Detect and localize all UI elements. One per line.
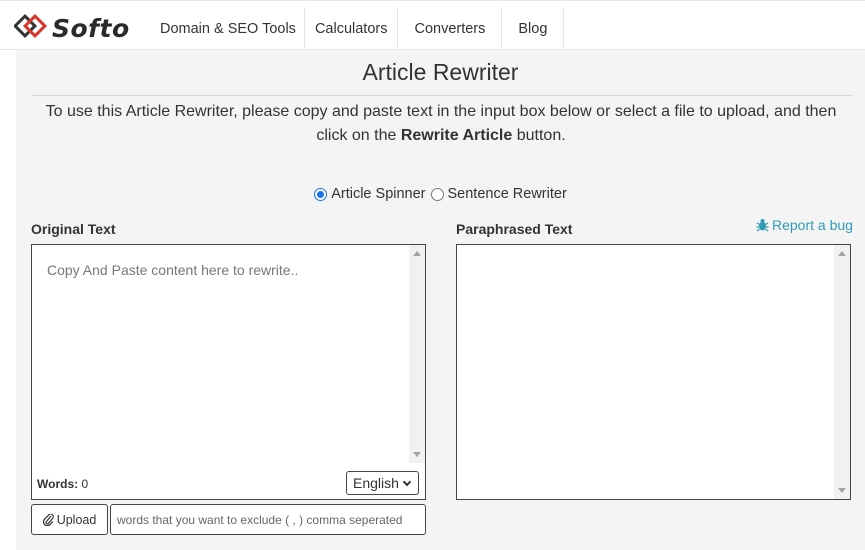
scroll-down-arrow-icon[interactable] [413, 452, 421, 457]
scroll-down-arrow-icon[interactable] [838, 488, 846, 493]
exclude-words-input[interactable]: words that you want to exclude ( , ) com… [110, 504, 426, 535]
report-bug-label: Report a bug [772, 217, 853, 233]
original-text-placeholder: Copy And Paste content here to rewrite.. [47, 262, 299, 278]
scroll-up-arrow-icon[interactable] [838, 251, 846, 256]
radio-article-spinner[interactable] [314, 187, 328, 201]
paraphrased-text-area[interactable] [456, 244, 851, 500]
nav-item-converters[interactable]: Converters [398, 7, 503, 51]
tool-panel: Article Rewriter To use this Article Rew… [16, 50, 865, 550]
page-title: Article Rewriter [362, 59, 519, 85]
bug-icon [756, 219, 769, 232]
intro-bold: Rewrite Article [400, 127, 513, 144]
word-count-label: Words: [37, 477, 79, 491]
original-text-scrollbar[interactable] [409, 245, 425, 463]
brand-name: Softo [52, 13, 130, 43]
intro-after: button. [512, 127, 566, 144]
exclude-words-placeholder: words that you want to exclude ( , ) com… [117, 512, 403, 527]
report-bug-link[interactable]: Report a bug [756, 217, 853, 233]
paperclip-icon [42, 513, 54, 526]
radio-sentence-rewriter[interactable] [430, 187, 444, 201]
language-select[interactable]: English [346, 471, 419, 495]
mode-selector: Article Spinner Sentence Rewriter [16, 186, 865, 202]
language-select-value: English [353, 475, 399, 491]
upload-button[interactable]: Upload [31, 504, 108, 535]
mode-article-spinner-label: Article Spinner [331, 186, 426, 202]
logo-mark-icon [14, 13, 48, 39]
upload-button-label: Upload [56, 512, 97, 527]
main-nav: Domain & SEO Tools Calculators Converter… [150, 7, 565, 51]
title-divider [31, 95, 853, 96]
word-count-value: 0 [81, 477, 89, 491]
nav-item-domain-seo-tools[interactable]: Domain & SEO Tools [150, 7, 305, 51]
softo-logo[interactable]: Softo [14, 13, 130, 43]
original-text-area[interactable]: Copy And Paste content here to rewrite..… [31, 244, 426, 500]
nav-item-blog[interactable]: Blog [502, 7, 565, 51]
paraphrased-text-scrollbar[interactable] [834, 245, 850, 499]
scroll-up-arrow-icon[interactable] [413, 251, 421, 256]
mode-sentence-rewriter[interactable]: Sentence Rewriter [428, 186, 567, 202]
original-text-label: Original Text [31, 221, 116, 237]
mode-sentence-rewriter-label: Sentence Rewriter [447, 186, 567, 202]
paraphrased-text-label: Paraphrased Text [456, 221, 573, 237]
intro-text: To use this Article Rewriter, please cop… [36, 100, 846, 148]
mode-article-spinner[interactable]: Article Spinner [314, 186, 426, 202]
word-count: Words: 0 [37, 477, 88, 491]
chevron-down-icon [402, 477, 412, 486]
nav-item-calculators[interactable]: Calculators [305, 7, 399, 51]
site-header: Softo Domain & SEO Tools Calculators Con… [0, 0, 865, 51]
